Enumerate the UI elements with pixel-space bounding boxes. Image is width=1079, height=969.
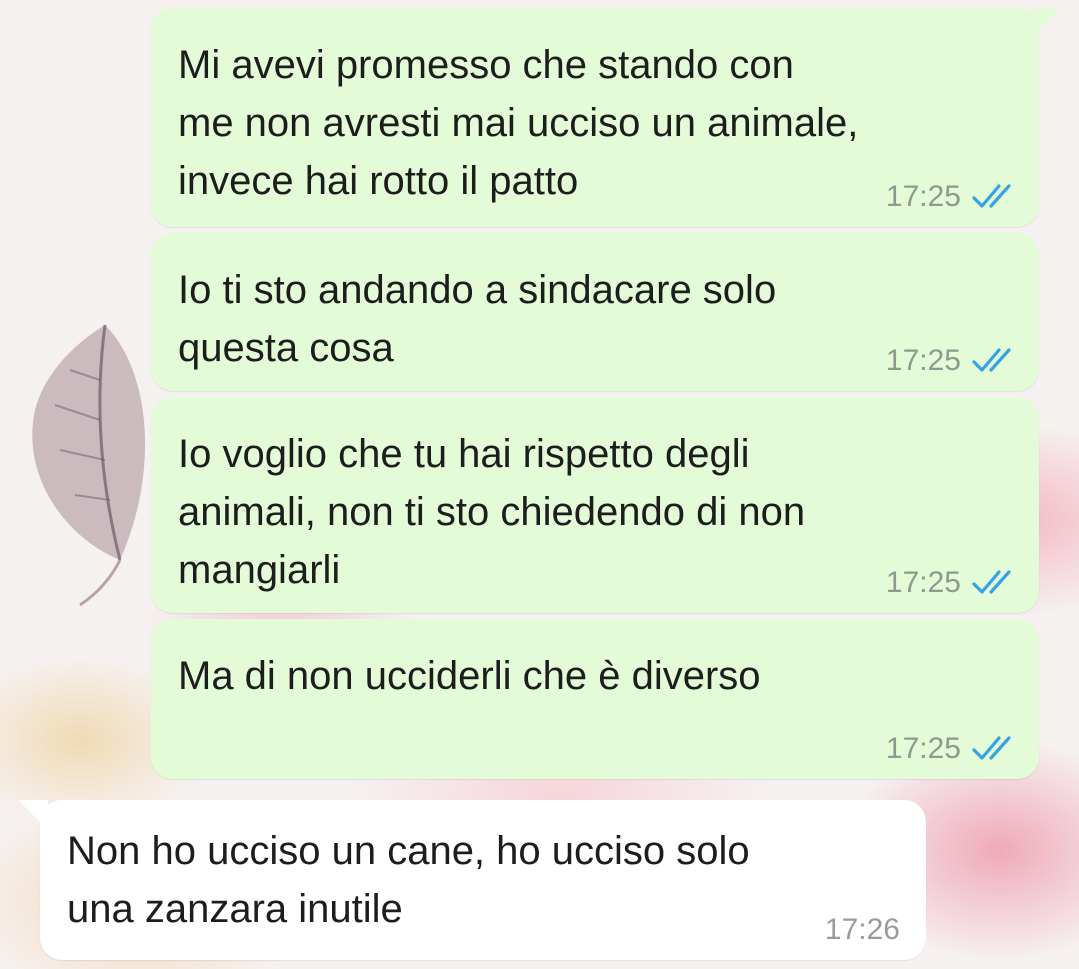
- message-bubble-outgoing[interactable]: Io ti sto andando a sindacare solo quest…: [151, 233, 1039, 391]
- message-text: Mi avevi promesso che stando con me non …: [178, 43, 859, 203]
- message-timestamp: 17:26: [824, 913, 900, 946]
- message-meta: 17:26: [825, 912, 900, 948]
- message-text: Io voglio che tu hai rispetto degli anim…: [178, 432, 806, 592]
- message-bubble-outgoing[interactable]: Io voglio che tu hai rispetto degli anim…: [151, 397, 1039, 613]
- message-text: Non ho ucciso un cane, ho ucciso solo un…: [67, 829, 750, 931]
- message-timestamp: 17:25: [885, 566, 961, 599]
- double-check-read-icon: [972, 184, 1011, 208]
- message-text: Ma di non ucciderli che è diverso: [178, 654, 761, 698]
- bubble-tail: [18, 800, 48, 830]
- message-bubble-outgoing[interactable]: Ma di non ucciderli che è diverso 17:25: [151, 619, 1039, 779]
- bubble-tail: [1031, 8, 1061, 38]
- message-meta: 17:25: [886, 731, 1015, 767]
- message-bubble-outgoing[interactable]: Mi avevi promesso che stando con me non …: [151, 8, 1061, 227]
- double-check-read-icon: [972, 736, 1011, 760]
- message-timestamp: 17:25: [885, 344, 961, 377]
- message-timestamp: 17:25: [885, 180, 961, 213]
- message-meta: 17:25: [886, 343, 1015, 379]
- message-timestamp: 17:25: [885, 732, 961, 765]
- message-bubble-incoming[interactable]: Non ho ucciso un cane, ho ucciso solo un…: [18, 800, 926, 960]
- double-check-read-icon: [972, 348, 1011, 372]
- message-text: Io ti sto andando a sindacare solo quest…: [178, 268, 777, 370]
- double-check-read-icon: [972, 570, 1011, 594]
- message-meta: 17:25: [886, 179, 1015, 215]
- message-meta: 17:25: [886, 565, 1015, 601]
